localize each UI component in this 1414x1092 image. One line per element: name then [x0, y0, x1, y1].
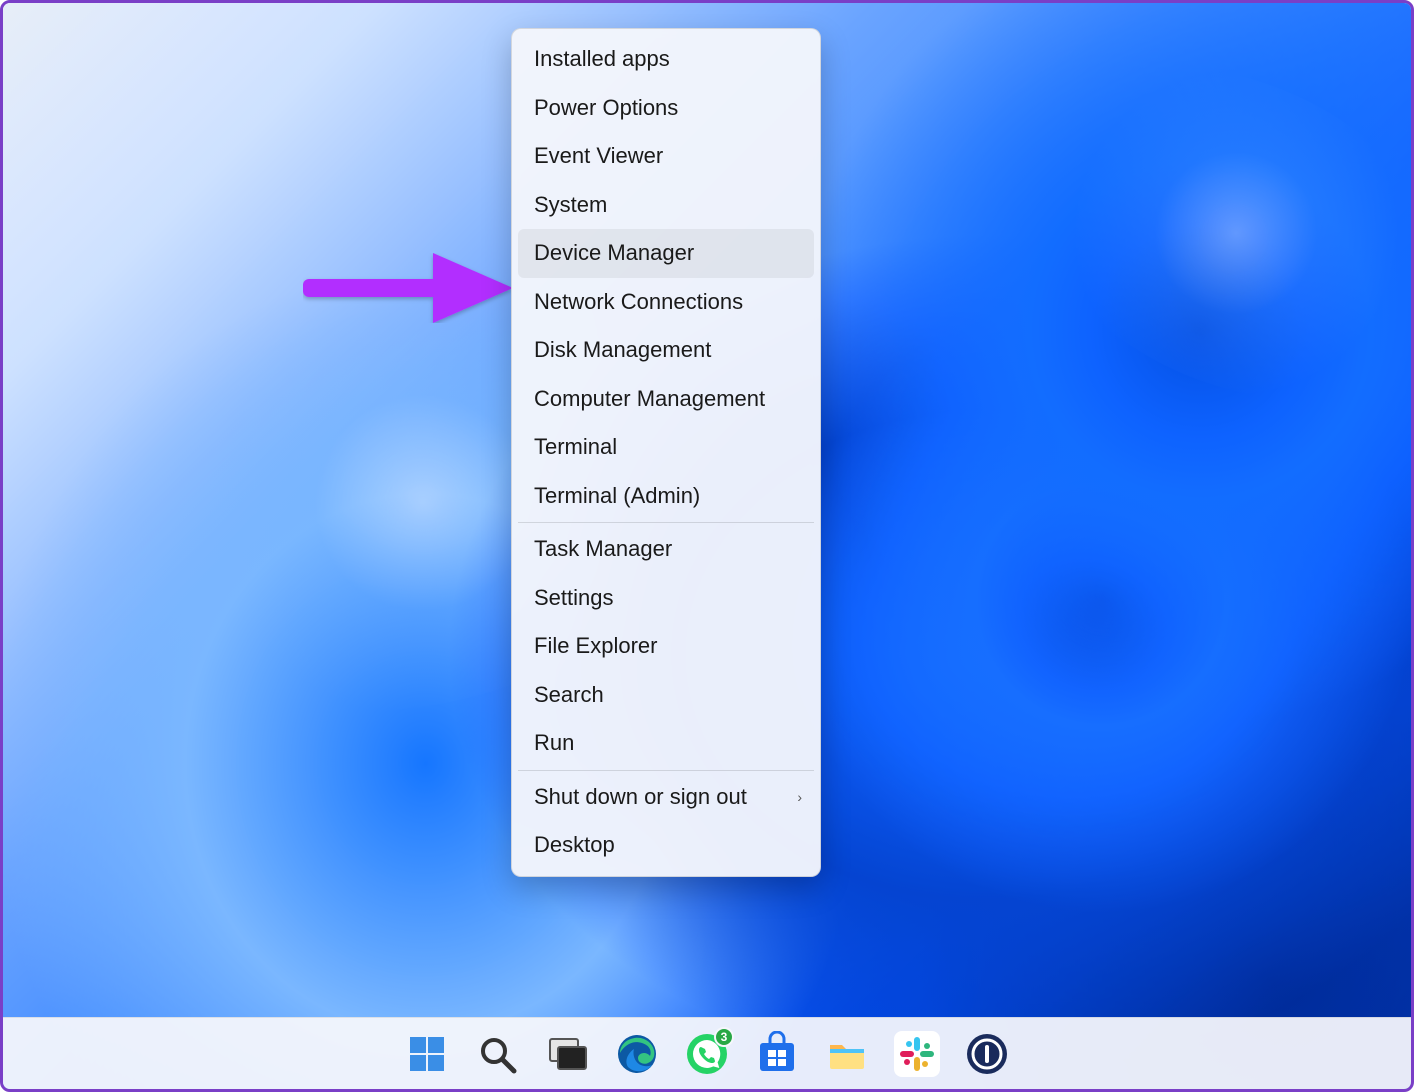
file-explorer-button[interactable] — [823, 1030, 871, 1078]
winx-context-menu[interactable]: Installed apps Power Options Event Viewer S… — [511, 28, 821, 877]
explorer-icon — [824, 1031, 870, 1077]
menu-item-label: Shut down or sign out — [534, 784, 747, 809]
edge-icon — [614, 1031, 660, 1077]
task-view-button[interactable] — [543, 1030, 591, 1078]
menu-item-search[interactable]: Search — [518, 671, 814, 720]
menu-item-shut-down-or-sign-out[interactable]: Shut down or sign out › — [518, 773, 814, 822]
menu-item-label: Disk Management — [534, 337, 711, 362]
menu-item-event-viewer[interactable]: Event Viewer — [518, 132, 814, 181]
menu-item-computer-management[interactable]: Computer Management — [518, 375, 814, 424]
task-view-icon — [544, 1031, 590, 1077]
menu-item-label: Search — [534, 682, 604, 707]
menu-item-label: Network Connections — [534, 289, 743, 314]
menu-item-installed-apps[interactable]: Installed apps — [518, 35, 814, 84]
menu-item-label: Terminal — [534, 434, 617, 459]
start-button[interactable] — [403, 1030, 451, 1078]
menu-item-power-options[interactable]: Power Options — [518, 84, 814, 133]
menu-item-label: Installed apps — [534, 46, 670, 71]
menu-item-label: System — [534, 192, 607, 217]
menu-item-system[interactable]: System — [518, 181, 814, 230]
menu-item-label: Event Viewer — [534, 143, 663, 168]
menu-item-desktop[interactable]: Desktop — [518, 821, 814, 870]
onepassword-icon — [964, 1031, 1010, 1077]
microsoft-store-button[interactable] — [753, 1030, 801, 1078]
search-button[interactable] — [473, 1030, 521, 1078]
notification-badge: 3 — [714, 1027, 734, 1047]
menu-item-label: Run — [534, 730, 574, 755]
menu-item-terminal[interactable]: Terminal — [518, 423, 814, 472]
whatsapp-button[interactable]: 3 — [683, 1030, 731, 1078]
menu-item-label: Terminal (Admin) — [534, 483, 700, 508]
menu-item-task-manager[interactable]: Task Manager — [518, 525, 814, 574]
menu-separator — [518, 770, 814, 771]
menu-item-label: Power Options — [534, 95, 678, 120]
chevron-right-icon: › — [797, 773, 802, 822]
menu-item-settings[interactable]: Settings — [518, 574, 814, 623]
menu-item-label: Task Manager — [534, 536, 672, 561]
slack-icon — [894, 1031, 940, 1077]
menu-item-label: Computer Management — [534, 386, 765, 411]
onepassword-button[interactable] — [963, 1030, 1011, 1078]
start-icon — [404, 1031, 450, 1077]
search-icon — [474, 1031, 520, 1077]
menu-item-terminal-admin[interactable]: Terminal (Admin) — [518, 472, 814, 521]
menu-item-network-connections[interactable]: Network Connections — [518, 278, 814, 327]
slack-button[interactable] — [893, 1030, 941, 1078]
menu-item-label: Device Manager — [534, 240, 694, 265]
menu-item-disk-management[interactable]: Disk Management — [518, 326, 814, 375]
menu-separator — [518, 522, 814, 523]
menu-item-label: File Explorer — [534, 633, 657, 658]
edge-browser-button[interactable] — [613, 1030, 661, 1078]
taskbar: 3 — [3, 1017, 1411, 1089]
store-icon — [754, 1031, 800, 1077]
menu-item-file-explorer[interactable]: File Explorer — [518, 622, 814, 671]
menu-item-label: Desktop — [534, 832, 615, 857]
menu-item-label: Settings — [534, 585, 614, 610]
menu-item-device-manager[interactable]: Device Manager — [518, 229, 814, 278]
menu-item-run[interactable]: Run — [518, 719, 814, 768]
